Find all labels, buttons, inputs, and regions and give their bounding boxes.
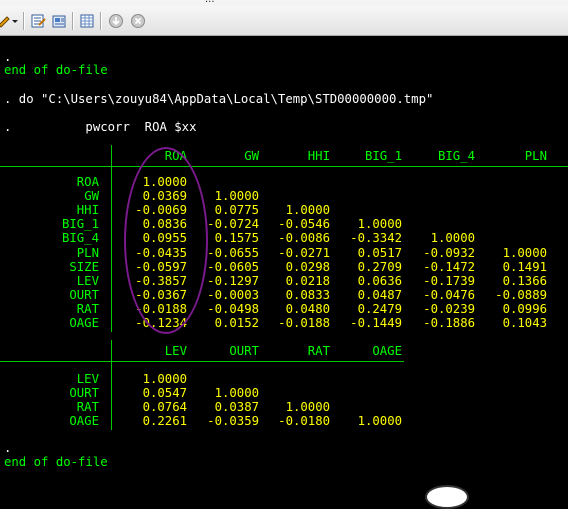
- column-header: PLN: [524, 149, 547, 163]
- row-label: OURT: [69, 386, 99, 401]
- correlation-cell: -0.1449: [350, 316, 402, 330]
- correlation-cell: 0.0517: [357, 245, 402, 260]
- column-header: BIG_1: [364, 149, 402, 163]
- toolbar-separator: [72, 12, 74, 30]
- correlation-cell: 0.2479: [357, 301, 402, 316]
- toolbar-separator: [100, 12, 102, 30]
- correlation-cell: 0.1491: [502, 259, 547, 274]
- correlation-cell: -0.0932: [423, 245, 475, 260]
- correlation-cell: 0.1366: [502, 273, 547, 288]
- break-icon[interactable]: [129, 12, 146, 29]
- column-header: BIG_4: [437, 149, 475, 163]
- row-label: LEV: [76, 372, 99, 386]
- correlation-cell: 1.0000: [285, 203, 330, 218]
- console-line: . pwcorr ROA $xx: [4, 120, 197, 134]
- correlation-cell: 0.0218: [285, 273, 330, 288]
- correlation-cell: 1.0000: [285, 400, 330, 415]
- console-line: .: [4, 50, 12, 64]
- correlation-cell: -0.0498: [207, 301, 259, 316]
- hand-drawn-annotation-ellipse: [124, 147, 208, 334]
- correlation-cell: 1.0000: [214, 386, 259, 401]
- correlation-cell: -0.0546: [278, 217, 330, 232]
- row-label: GW: [84, 189, 99, 204]
- correlation-cell: 1.0000: [142, 372, 187, 386]
- cursor-blob: [425, 485, 469, 509]
- column-header: LEV: [164, 344, 187, 358]
- correlation-cell: 0.0387: [214, 400, 259, 415]
- row-label: PLN: [76, 245, 99, 260]
- correlation-cell: 1.0000: [502, 245, 547, 260]
- correlation-cell: -0.1472: [423, 259, 475, 274]
- more-icon[interactable]: [107, 12, 124, 29]
- correlation-cell: 0.0547: [142, 386, 187, 401]
- row-label: SIZE: [69, 259, 99, 274]
- correlation-cell: -0.0889: [495, 287, 547, 302]
- console-line: .: [4, 441, 12, 455]
- correlation-cell: -0.0271: [278, 245, 330, 260]
- column-header: GW: [244, 149, 259, 163]
- row-label: BIG_1: [61, 217, 99, 232]
- viewer-icon[interactable]: [50, 12, 67, 29]
- console-line: end of do-file: [4, 455, 108, 469]
- correlation-cell: 0.0636: [357, 273, 402, 288]
- column-header: OURT: [229, 344, 259, 358]
- column-header: RAT: [307, 344, 330, 358]
- correlation-cell: -0.0180: [278, 414, 330, 429]
- toolbar: [0, 6, 568, 36]
- chevron-down-icon[interactable]: [11, 12, 19, 29]
- row-label: OURT: [69, 287, 99, 302]
- correlation-cell: 0.0833: [285, 287, 330, 302]
- title-fragment: ...: [205, 0, 215, 5]
- correlation-cell: 0.2261: [142, 414, 187, 429]
- table-divider: [111, 145, 112, 333]
- row-label: LEV: [76, 273, 99, 288]
- data-editor-icon[interactable]: [78, 12, 95, 29]
- correlation-cell: 1.0000: [430, 231, 475, 246]
- console-line: . do "C:\Users\zouyu84\AppData\Local\Tem…: [4, 92, 434, 106]
- correlation-cell: 0.0764: [142, 400, 187, 415]
- results-window[interactable]: . end of do-file. do "C:\Users\zouyu84\Ap…: [0, 37, 568, 493]
- row-label: RAT: [76, 400, 99, 415]
- row-label: RAT: [76, 301, 99, 316]
- correlation-cell: 0.0152: [214, 316, 259, 330]
- correlation-cell: 0.1043: [502, 316, 547, 330]
- correlation-cell: -0.0476: [423, 287, 475, 302]
- correlation-cell: 0.0996: [502, 301, 547, 316]
- table-divider: [111, 340, 112, 431]
- correlation-cell: 0.0487: [357, 287, 402, 302]
- correlation-cell: -0.3342: [350, 231, 402, 246]
- correlation-cell: -0.0239: [423, 301, 475, 316]
- correlation-cell: -0.1886: [423, 316, 475, 330]
- row-label: BIG_4: [61, 231, 99, 246]
- correlation-cell: 1.0000: [357, 217, 402, 232]
- table-divider: [0, 361, 404, 362]
- column-header: OAGE: [372, 344, 402, 358]
- correlation-cell: 0.2709: [357, 259, 402, 274]
- row-label: OAGE: [69, 414, 99, 429]
- correlation-cell: -0.1739: [423, 273, 475, 288]
- table-divider: [0, 166, 568, 167]
- row-label: HHI: [76, 203, 99, 218]
- correlation-cell: -0.0188: [278, 316, 330, 330]
- row-label: OAGE: [69, 316, 99, 330]
- toolbar-separator: [23, 12, 25, 30]
- correlation-cell: -0.0086: [278, 231, 330, 246]
- correlation-cell: 1.0000: [357, 414, 402, 429]
- correlation-cell: 0.0480: [285, 301, 330, 316]
- correlation-cell: 0.0298: [285, 259, 330, 274]
- correlation-cell: -0.0359: [207, 414, 259, 429]
- console-line: end of do-file: [4, 63, 108, 77]
- do-file-editor-icon[interactable]: [29, 12, 46, 29]
- row-label: ROA: [76, 175, 99, 189]
- column-header: HHI: [307, 149, 330, 163]
